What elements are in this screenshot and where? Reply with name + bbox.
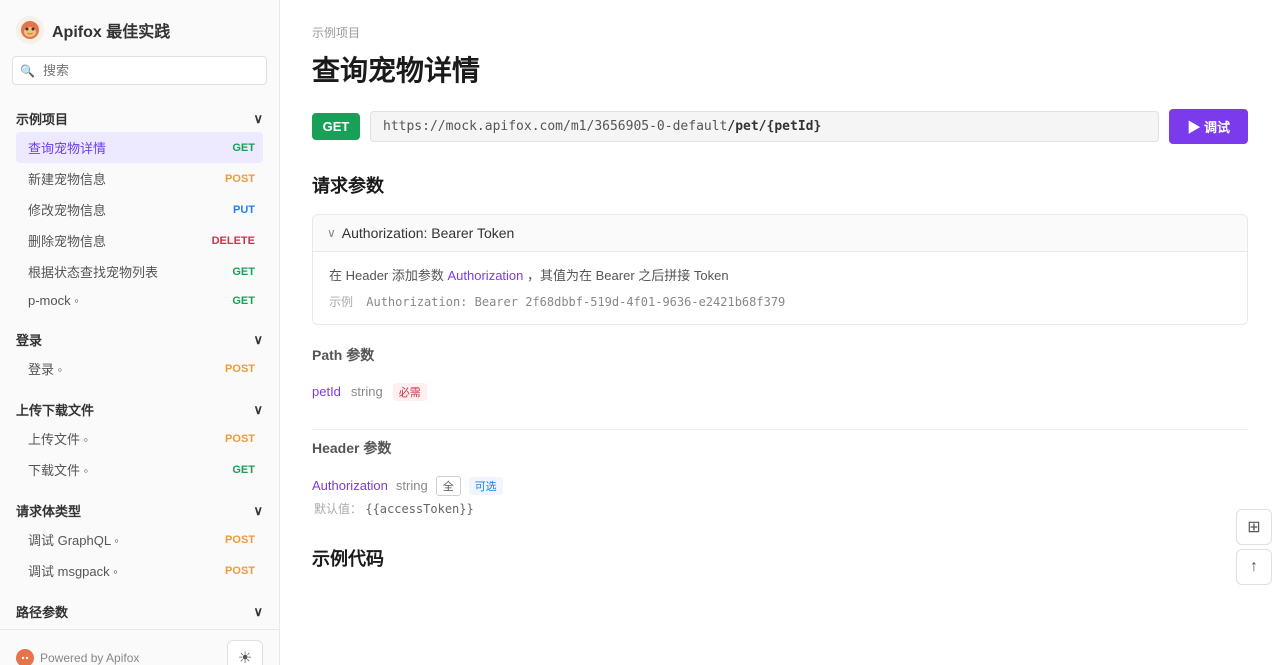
app-logo — [16, 16, 44, 44]
section-path-params-header[interactable]: 路径参数 ∨ — [16, 598, 263, 625]
grid-icon: ⊞ — [1247, 517, 1260, 537]
auth-group-body: 在 Header 添加参数 Authorization ，其值为在 Bearer… — [313, 252, 1247, 324]
sidebar-item-delete-pet[interactable]: 删除宠物信息 DELETE — [16, 225, 263, 256]
chevron-down-icon: ∨ — [253, 503, 263, 519]
try-button[interactable]: ▶ 调试 — [1169, 109, 1248, 144]
search-icon: 🔍 — [20, 64, 35, 78]
chevron-down-icon: ∨ — [253, 332, 263, 348]
optional-badge: 可选 — [469, 477, 503, 495]
header-param-row-top: Authorization string 全 可选 — [312, 476, 1248, 496]
request-params-title: 请求参数 — [312, 172, 1248, 198]
chevron-down-icon: ∨ — [253, 604, 263, 620]
section-login-header[interactable]: 登录 ∨ — [16, 326, 263, 353]
section-login: 登录 ∨ 登录 ◦ POST — [0, 318, 279, 388]
sidebar-item-msgpack[interactable]: 调试 msgpack ◦ POST — [16, 555, 263, 586]
header-params-section: Header 参数 Authorization string 全 可选 默认值：… — [312, 438, 1248, 525]
header-param-name: Authorization — [312, 478, 388, 493]
example-code-title: 示例代码 — [312, 545, 1248, 571]
up-arrow-icon: ↑ — [1250, 558, 1258, 576]
path-param-row: petId string 必需 — [312, 375, 1248, 409]
sidebar-item-login[interactable]: 登录 ◦ POST — [16, 353, 263, 384]
auth-info-text: 在 Header 添加参数 Authorization ，其值为在 Bearer… — [329, 266, 1231, 287]
auth-group-title: Authorization: Bearer Token — [342, 225, 515, 241]
auth-group-header[interactable]: ∨ Authorization: Bearer Token — [313, 215, 1247, 252]
sidebar-footer: Powered by Apifox ☀ — [0, 629, 279, 665]
header-param-default: 默认值： {{accessToken}} — [314, 500, 1248, 517]
default-value: {{accessToken}} — [365, 502, 473, 516]
grid-button[interactable]: ⊞ — [1236, 509, 1272, 545]
theme-toggle-button[interactable]: ☀ — [227, 640, 263, 665]
chevron-down-icon: ∨ — [253, 402, 263, 418]
section-path-params: 路径参数 ∨ — [0, 590, 279, 629]
path-params-title: Path 参数 — [312, 345, 1248, 365]
endpoint-url: https://mock.apifox.com/m1/3656905-0-def… — [370, 111, 1159, 142]
path-params-section: Path 参数 petId string 必需 — [312, 345, 1248, 409]
url-prefix: https://mock.apifox.com/m1/3656905-0-def… — [383, 119, 727, 134]
sidebar-item-download-file[interactable]: 下载文件 ◦ GET — [16, 454, 263, 485]
header-param-type: string — [396, 478, 428, 493]
sidebar: Apifox 最佳实践 🔍 示例项目 ∨ 查询宠物详情 GET 新建宠物信息 P… — [0, 0, 280, 665]
footer-powered-by: Powered by Apifox — [16, 649, 139, 665]
footer-logo-icon — [16, 649, 34, 665]
search-input[interactable] — [12, 56, 267, 85]
breadcrumb: 示例项目 — [312, 24, 1248, 41]
scroll-top-button[interactable]: ↑ — [1236, 549, 1272, 585]
section-demo: 示例项目 ∨ 查询宠物详情 GET 新建宠物信息 POST 修改宠物信息 PUT… — [0, 97, 279, 318]
chevron-down-icon: ∨ — [253, 111, 263, 127]
divider — [312, 429, 1248, 430]
sidebar-item-create-pet[interactable]: 新建宠物信息 POST — [16, 163, 263, 194]
app-header: Apifox 最佳实践 — [0, 0, 279, 56]
page-title: 查询宠物详情 — [312, 49, 1248, 89]
param-type-petid: string — [351, 384, 383, 399]
sidebar-item-list-pet[interactable]: 根据状态查找宠物列表 GET — [16, 256, 263, 287]
auth-link: Authorization — [448, 268, 524, 283]
auth-param-group: ∨ Authorization: Bearer Token 在 Header 添… — [312, 214, 1248, 325]
section-file-header[interactable]: 上传下载文件 ∨ — [16, 396, 263, 423]
section-demo-header[interactable]: 示例项目 ∨ — [16, 105, 263, 132]
sidebar-item-query-pet[interactable]: 查询宠物详情 GET — [16, 132, 263, 163]
header-params-title: Header 参数 — [312, 438, 1248, 458]
main-content: 示例项目 查询宠物详情 GET https://mock.apifox.com/… — [280, 0, 1280, 665]
sidebar-item-update-pet[interactable]: 修改宠物信息 PUT — [16, 194, 263, 225]
section-body-type: 请求体类型 ∨ 调试 GraphQL ◦ POST 调试 msgpack ◦ P… — [0, 489, 279, 590]
right-tools: ⊞ ↑ — [1236, 509, 1272, 585]
url-suffix: /pet/{petId} — [727, 119, 821, 134]
endpoint-method-badge: GET — [312, 113, 360, 140]
sidebar-item-p-mock[interactable]: p-mock ◦ GET — [16, 287, 263, 314]
app-title: Apifox 最佳实践 — [52, 18, 170, 42]
param-name-petid: petId — [312, 384, 341, 399]
auth-example: 示例 Authorization: Bearer 2f68dbbf-519d-4… — [329, 293, 1231, 310]
endpoint-bar: GET https://mock.apifox.com/m1/3656905-0… — [312, 109, 1248, 144]
search-container: 🔍 — [12, 56, 267, 85]
header-param-row: Authorization string 全 可选 默认值： {{accessT… — [312, 468, 1248, 525]
section-file: 上传下载文件 ∨ 上传文件 ◦ POST 下载文件 ◦ GET — [0, 388, 279, 489]
all-badge: 全 — [436, 476, 461, 496]
param-required-badge: 必需 — [393, 383, 427, 401]
chevron-down-icon: ∨ — [327, 226, 336, 240]
sidebar-item-upload-file[interactable]: 上传文件 ◦ POST — [16, 423, 263, 454]
sidebar-item-graphql[interactable]: 调试 GraphQL ◦ POST — [16, 524, 263, 555]
sun-icon: ☀ — [238, 648, 252, 665]
section-body-type-header[interactable]: 请求体类型 ∨ — [16, 497, 263, 524]
